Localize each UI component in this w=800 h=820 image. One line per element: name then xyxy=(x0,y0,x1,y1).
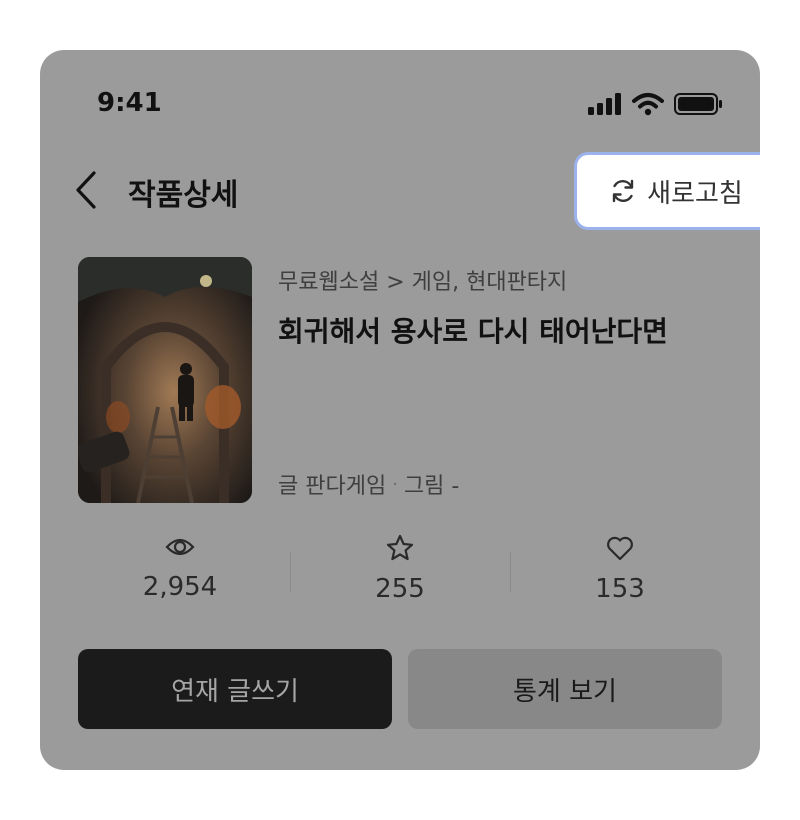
write-episode-button[interactable]: 연재 글쓰기 xyxy=(78,649,392,729)
credit-separator: · xyxy=(392,473,398,495)
status-time: 9:41 xyxy=(97,88,162,118)
phone-screen: 9:41 작품상세 새로고침 무료웹소설 > 게임, 현대판타지 회귀해서 용사… xyxy=(40,50,760,770)
refresh-button[interactable]: 새로고침 xyxy=(574,152,760,230)
credits: 글 판다게임 · 그림 - xyxy=(278,468,459,500)
genre-path: 무료웹소설 > 게임, 현대판타지 xyxy=(278,270,568,295)
view-stats-button[interactable]: 통계 보기 xyxy=(408,649,722,729)
stats-row: 2,954 255 153 xyxy=(70,530,730,620)
signal-icon xyxy=(588,93,621,115)
page-title: 작품상세 xyxy=(128,178,239,213)
stat-views: 2,954 xyxy=(70,530,290,620)
wifi-icon xyxy=(632,93,664,116)
likes-count: 153 xyxy=(595,574,645,604)
star-icon xyxy=(386,534,414,561)
refresh-label: 새로고침 xyxy=(647,178,743,209)
refresh-icon xyxy=(612,179,634,203)
writer-label: 글 판다게임 xyxy=(278,474,387,499)
book-title: 회귀해서 용사로 다시 태어난다면 xyxy=(278,315,668,348)
stat-stars: 255 xyxy=(290,530,510,620)
heart-icon xyxy=(607,536,633,561)
back-button[interactable] xyxy=(72,170,100,210)
artist-label: 그림 - xyxy=(403,474,460,499)
views-count: 2,954 xyxy=(142,572,218,602)
stars-count: 255 xyxy=(375,574,425,604)
battery-icon xyxy=(674,93,722,115)
eye-icon xyxy=(165,538,195,556)
book-cover-image xyxy=(78,257,252,503)
stat-likes: 153 xyxy=(510,530,730,620)
status-icons xyxy=(588,92,724,116)
